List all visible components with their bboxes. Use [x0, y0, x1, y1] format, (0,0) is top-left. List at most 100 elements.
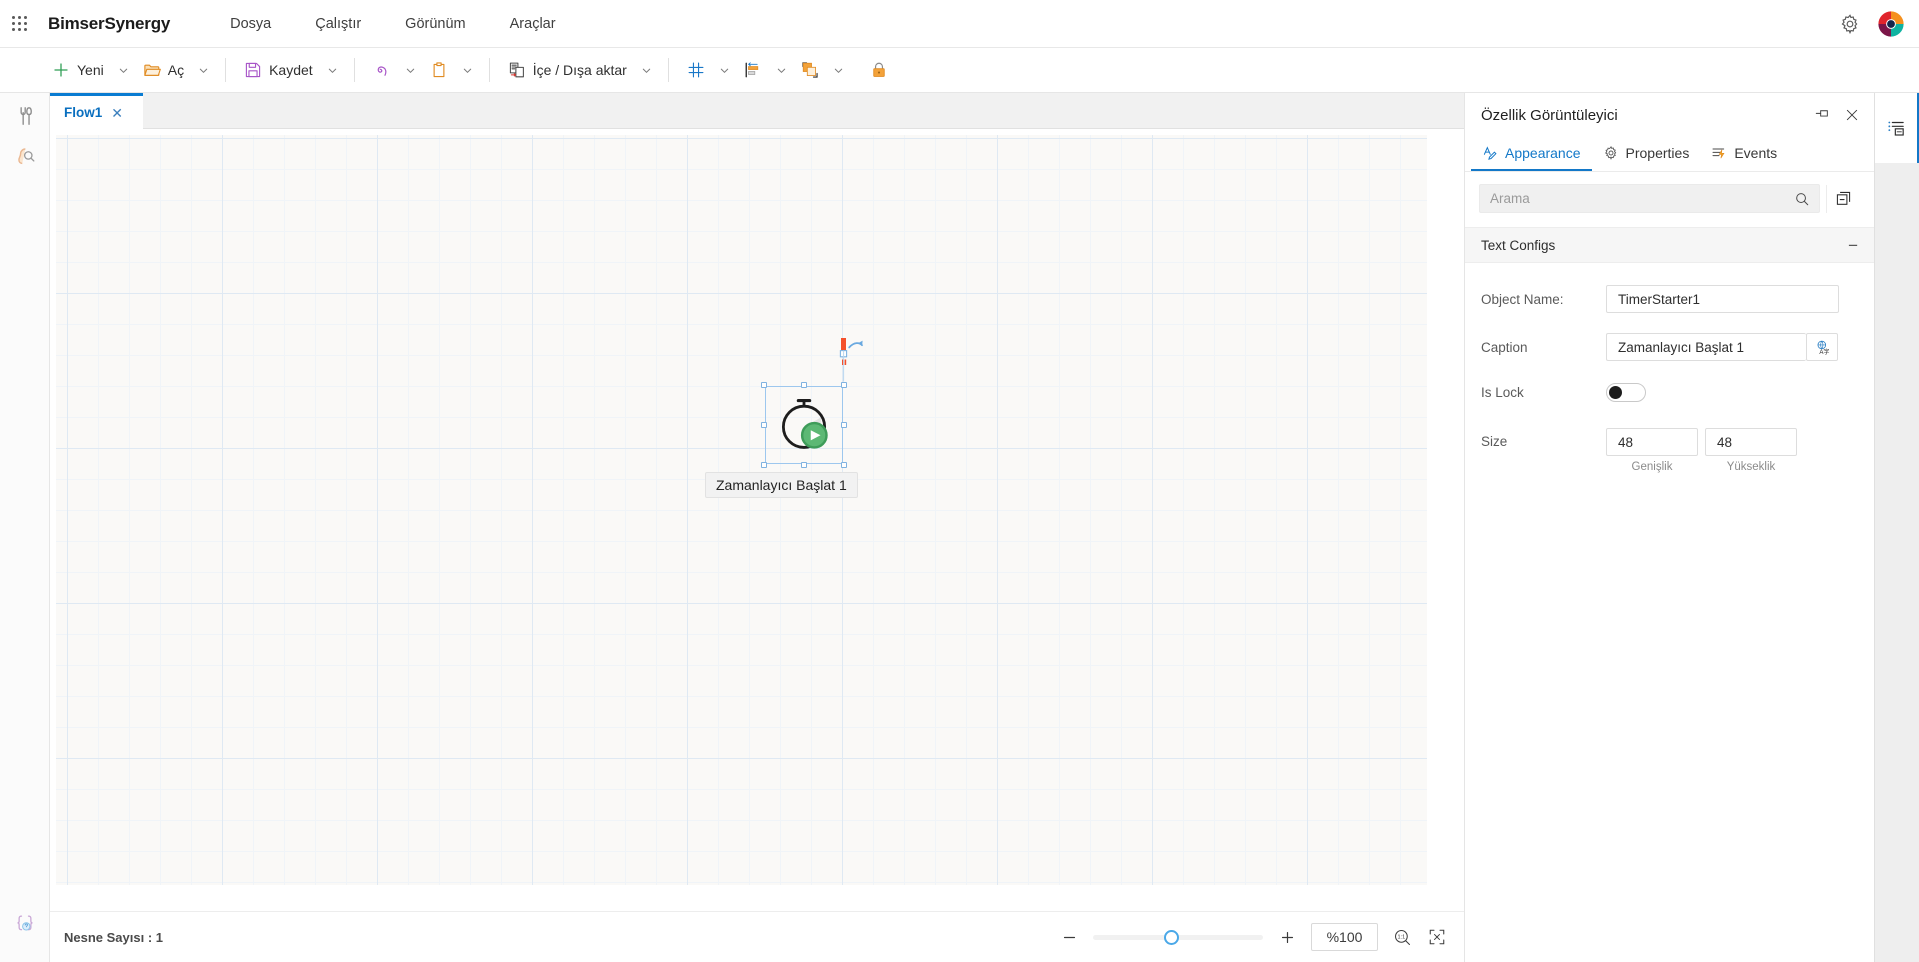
import-export-dropdown-caret[interactable] [635, 54, 658, 86]
resize-handle-n[interactable] [801, 382, 807, 388]
save-dropdown-caret[interactable] [321, 54, 344, 86]
grid-apps-icon[interactable] [12, 15, 28, 32]
tab-properties-label: Properties [1625, 145, 1690, 161]
lock-icon [873, 62, 885, 77]
chevron-down-icon [777, 68, 786, 73]
import-export-button[interactable]: İçe / Dışa aktar [500, 54, 635, 86]
align-button[interactable] [736, 54, 770, 86]
translate-globe-icon[interactable]: A 字 [1806, 333, 1838, 361]
zoom-controls: %100 1:1 [1058, 923, 1464, 951]
flow-canvas[interactable]: Zamanlayıcı Başlat 1 [56, 135, 1427, 885]
resize-handle-s[interactable] [801, 462, 807, 468]
search-input[interactable] [1480, 191, 1785, 206]
grid-button[interactable] [679, 54, 713, 86]
open-button[interactable]: Aç [135, 54, 192, 86]
zoom-out-button[interactable] [1058, 926, 1080, 948]
lock-button[interactable] [862, 54, 896, 86]
editor-status-bar: Nesne Sayısı : 1 %100 1:1 [50, 911, 1464, 962]
toolbar-divider [667, 58, 669, 82]
chevron-down-icon [720, 68, 729, 73]
rotate-handle-icon[interactable] [831, 336, 871, 382]
property-viewer-panel: Özellik Görüntüleyici Appearance Propert… [1464, 93, 1874, 962]
is-lock-toggle[interactable] [1606, 383, 1646, 402]
caption-input[interactable]: Zamanlayıcı Başlat 1 [1606, 333, 1806, 361]
close-icon[interactable]: ✕ [111, 106, 123, 120]
app-brand-title[interactable]: BimserSynergy [48, 14, 170, 34]
paste-button[interactable] [422, 54, 456, 86]
gear-icon[interactable] [1839, 13, 1861, 35]
save-button[interactable]: Kaydet [236, 54, 321, 86]
search-box[interactable] [1479, 184, 1820, 213]
menu-gorunum[interactable]: Görünüm [383, 0, 487, 48]
size-height-group: 48 Yükseklik [1705, 428, 1797, 473]
object-name-label: Object Name: [1481, 291, 1564, 307]
tab-properties[interactable]: Properties [1592, 137, 1701, 171]
size-width-input[interactable]: 48 [1606, 428, 1698, 456]
canvas-wrapper: Zamanlayıcı Başlat 1 [50, 129, 1464, 911]
size-height-input[interactable]: 48 [1705, 428, 1797, 456]
flow-editor-area: Flow1 ✕ Zamanlayıcı Başlat 1 Nesne Sayıs… [50, 93, 1464, 962]
bring-to-front-dropdown-caret[interactable] [827, 54, 850, 86]
toolbar-group-file: Yeni Aç [44, 48, 215, 93]
right-panel-rail [1874, 93, 1919, 962]
bring-to-front-button[interactable] [793, 54, 827, 86]
timer-starter-stopwatch-play-icon[interactable] [774, 394, 834, 454]
tab-flow1-label: Flow1 [64, 105, 103, 120]
avatar[interactable] [1877, 10, 1905, 38]
actual-size-button[interactable]: 1:1 [1391, 926, 1413, 948]
resize-handle-ne[interactable] [841, 382, 847, 388]
resize-handle-e[interactable] [841, 422, 847, 428]
undo-dropdown-caret[interactable] [399, 54, 422, 86]
section-text-configs[interactable]: Text Configs − [1465, 227, 1874, 263]
toolbar-group-edit [365, 48, 479, 93]
paste-dropdown-caret[interactable] [456, 54, 479, 86]
chevron-down-icon [406, 68, 414, 73]
menu-calistir[interactable]: Çalıştır [293, 0, 383, 48]
caption-label: Caption [1481, 339, 1528, 355]
tab-appearance[interactable]: Appearance [1471, 137, 1592, 171]
floppy-save-icon [245, 62, 261, 78]
close-icon[interactable] [1844, 107, 1860, 123]
toolbar-divider [353, 58, 355, 82]
new-button[interactable]: Yeni [44, 54, 112, 86]
menu-araclar[interactable]: Araçlar [488, 0, 578, 48]
resize-handle-se[interactable] [841, 462, 847, 468]
canvas-node-timerstarter1[interactable]: Zamanlayıcı Başlat 1 [705, 338, 863, 498]
tab-events[interactable]: Events [1700, 137, 1788, 171]
field-row-is-lock: Is Lock [1465, 383, 1874, 402]
align-dropdown-caret[interactable] [770, 54, 793, 86]
plus-icon [54, 63, 68, 77]
svg-text:字: 字 [1823, 347, 1829, 355]
panel-header: Özellik Görüntüleyici [1465, 93, 1874, 137]
inspect-search-icon[interactable] [14, 145, 36, 167]
variables-braces-icon[interactable] [14, 913, 36, 935]
open-dropdown-caret[interactable] [192, 54, 215, 86]
pin-icon[interactable] [1814, 107, 1830, 123]
toolbar-divider [488, 58, 490, 82]
toolbox-tools-icon[interactable] [14, 105, 36, 127]
resize-handle-sw[interactable] [761, 462, 767, 468]
grid-icon [688, 62, 704, 78]
zoom-in-button[interactable] [1276, 926, 1298, 948]
search-icon[interactable] [1785, 185, 1819, 212]
zoom-value-input[interactable]: %100 [1311, 923, 1378, 951]
zoom-slider[interactable] [1093, 926, 1263, 948]
toolbar-group-layout [679, 48, 896, 93]
new-dropdown-caret[interactable] [112, 54, 135, 86]
chevron-down-icon [463, 68, 471, 73]
tab-flow1[interactable]: Flow1 ✕ [50, 93, 143, 129]
zoom-slider-knob[interactable] [1164, 929, 1179, 945]
resize-handle-w[interactable] [761, 422, 767, 428]
menu-dosya[interactable]: Dosya [208, 0, 293, 48]
grid-dropdown-caret[interactable] [713, 54, 736, 86]
properties-list-panel-icon[interactable] [1875, 93, 1919, 163]
collapse-all-icon[interactable] [1826, 184, 1860, 213]
fit-to-screen-button[interactable] [1426, 926, 1448, 948]
section-collapse-toggle[interactable]: − [1848, 237, 1858, 254]
undo-button[interactable] [365, 54, 399, 86]
object-name-input[interactable]: TimerStarter1 [1606, 285, 1839, 313]
chevron-down-icon [834, 68, 843, 73]
resize-handle-nw[interactable] [761, 382, 767, 388]
field-row-object-name: Object Name: TimerStarter1 [1465, 285, 1874, 313]
events-lightning-icon [1712, 148, 1725, 159]
